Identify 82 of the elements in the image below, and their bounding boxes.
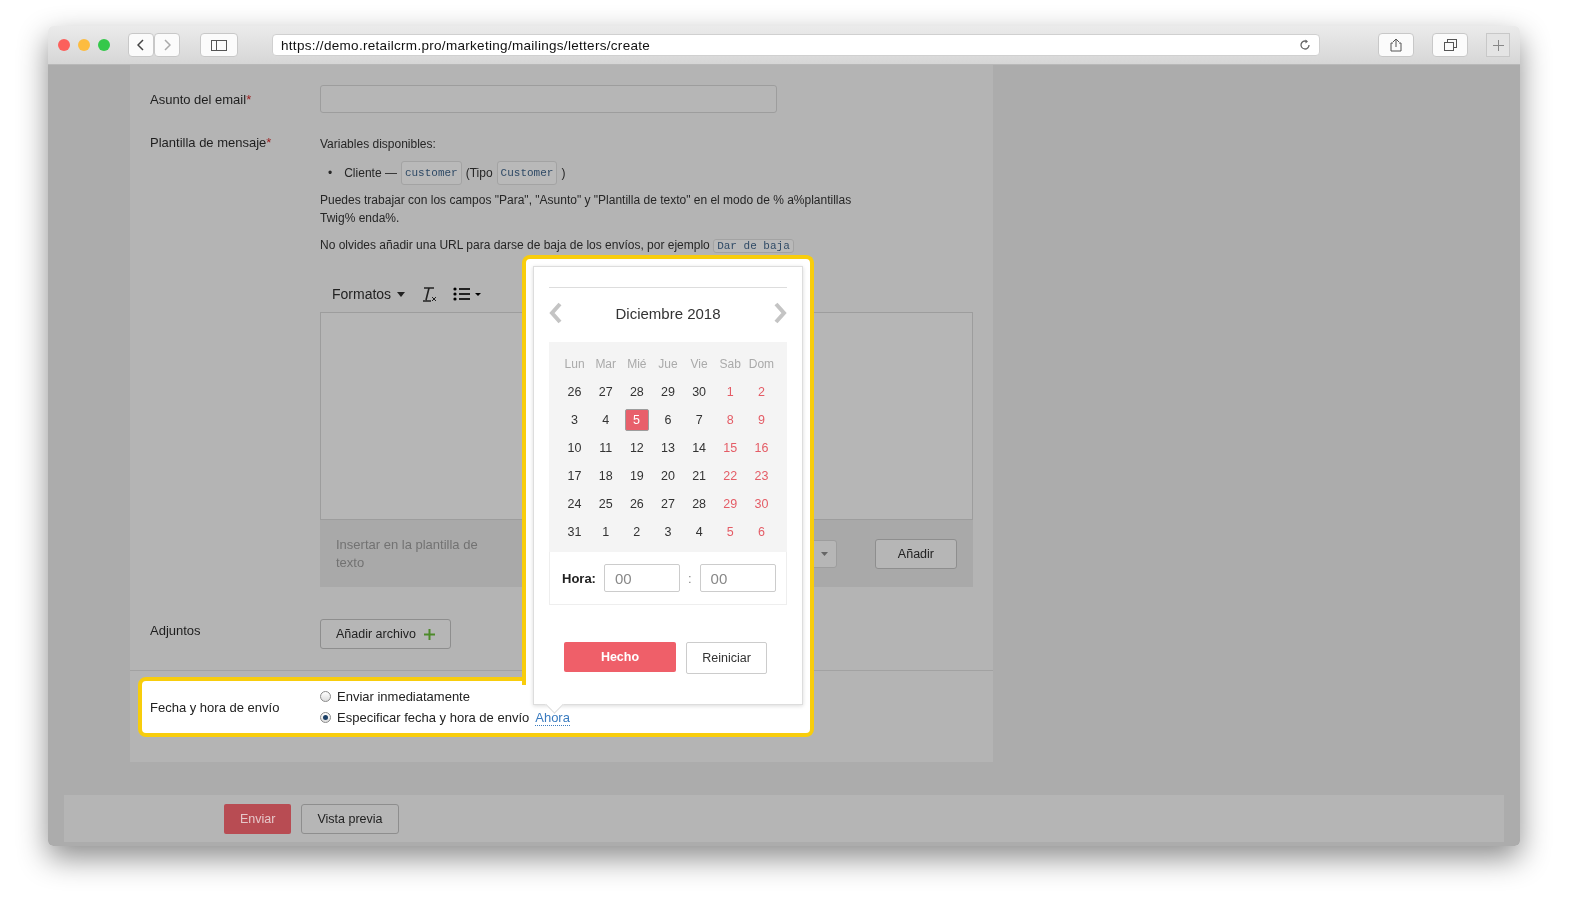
caret-icon <box>820 551 828 556</box>
variables-title: Variables disponibles: <box>320 136 437 153</box>
clear-format-icon[interactable] <box>421 286 438 302</box>
calendar-day[interactable]: 19 <box>624 465 649 487</box>
time-separator: : <box>687 570 692 586</box>
address-bar[interactable]: https://demo.retailcrm.pro/marketing/mailings/letters/create <box>272 34 1320 56</box>
add-file-button[interactable]: Añadir archivo <box>320 619 451 649</box>
calendar-day[interactable]: 4 <box>593 409 618 431</box>
minutes-input[interactable]: 00 <box>699 564 776 592</box>
calendar-day[interactable]: 28 <box>687 493 712 515</box>
calendar-day[interactable]: 6 <box>656 409 680 431</box>
formats-dropdown[interactable]: Formatos <box>332 286 406 302</box>
field-label: Plantilla de mensaje* <box>150 135 273 152</box>
calendar-day[interactable]: 11 <box>593 437 618 459</box>
weekday-label: Jue <box>657 357 679 371</box>
time-label: Hora: <box>562 570 596 586</box>
calendar-day[interactable]: 29 <box>656 381 680 403</box>
calendar-day[interactable]: 14 <box>687 437 712 459</box>
weekday-label: Sab <box>718 357 742 371</box>
calendar-day[interactable]: 1 <box>593 521 618 543</box>
zoom-icon[interactable] <box>98 39 110 51</box>
field-label: Asunto del email* <box>150 91 253 109</box>
chevron-right-icon <box>163 39 171 51</box>
variable-item: • Cliente — customer (Tipo Customer ) <box>328 161 973 185</box>
reload-icon[interactable] <box>1299 39 1311 51</box>
calendar-day[interactable]: 17 <box>562 465 587 487</box>
radio-button[interactable] <box>320 690 331 702</box>
share-icon <box>1390 38 1402 52</box>
sidebar-button[interactable] <box>200 33 238 57</box>
sidebar-icon <box>211 39 227 51</box>
twig-note: Puedes trabajar con los campos "Para", "Asunto" y "Plantilla de texto" en el modo de % a%plantillas Twig% enda%. <box>320 192 853 227</box>
new-tab-button[interactable] <box>1486 33 1510 57</box>
add-button[interactable]: Añadir <box>874 538 957 569</box>
reset-button[interactable]: Reiniciar <box>686 642 767 674</box>
weekday-label: Mar <box>594 357 618 371</box>
close-icon[interactable] <box>58 39 70 51</box>
calendar-day[interactable]: 4 <box>687 521 712 543</box>
calendar-day[interactable]: 12 <box>624 437 649 459</box>
calendar-day[interactable]: 31 <box>562 521 587 543</box>
month-title: Diciembre 2018 <box>615 304 721 322</box>
calendar-day[interactable]: 24 <box>562 493 587 515</box>
calendar-day[interactable]: 28 <box>624 381 649 403</box>
calendar-day[interactable]: 25 <box>593 493 618 515</box>
field-label: Fecha y hora de envío <box>150 699 281 715</box>
calendar-day[interactable]: 3 <box>562 409 587 431</box>
calendar-day[interactable]: 21 <box>687 465 712 487</box>
field-label: Adjuntos <box>150 622 202 640</box>
calendar-day[interactable]: 3 <box>656 521 680 543</box>
calendar-day[interactable]: 20 <box>656 465 680 487</box>
weekday-label: Lun <box>563 357 586 371</box>
share-button[interactable] <box>1378 33 1414 57</box>
unsubscribe-note: No olvides añadir una URL para darse de baja de los envíos, por ejemplo Dar de baja <box>320 236 973 255</box>
calendar-day[interactable]: 18 <box>593 465 618 487</box>
hours-input[interactable]: 00 <box>603 564 680 592</box>
bullet-list-icon[interactable] <box>453 286 482 302</box>
prev-month-icon[interactable] <box>549 302 563 324</box>
plus-icon <box>1492 39 1504 51</box>
forward-button[interactable] <box>154 33 180 57</box>
weekday-label: Mié <box>626 357 648 371</box>
calendar-day[interactable]: 26 <box>624 493 649 515</box>
radio-label[interactable]: Enviar inmediatamente <box>337 688 470 704</box>
back-button[interactable] <box>128 33 154 57</box>
calendar-day[interactable]: 30 <box>687 381 712 403</box>
tabs-button[interactable] <box>1432 33 1468 57</box>
calendar-day[interactable]: 10 <box>562 437 587 459</box>
radio-button[interactable] <box>320 712 331 723</box>
calendar-day[interactable]: 26 <box>562 381 587 403</box>
weekday-label: Dom <box>747 357 776 371</box>
next-month-icon[interactable] <box>773 302 787 324</box>
calendar-day[interactable]: 27 <box>656 493 680 515</box>
weekday-label: Vie <box>689 357 709 371</box>
calendar-day[interactable]: 27 <box>593 381 618 403</box>
tabs-icon <box>1443 39 1457 51</box>
radio-label[interactable]: Especificar fecha y hora de envío <box>337 710 530 725</box>
subject-input[interactable] <box>320 85 777 113</box>
calendar-day[interactable]: 13 <box>656 437 680 459</box>
calendar-day[interactable]: 2 <box>624 521 649 543</box>
calendar-day[interactable]: 7 <box>687 409 712 431</box>
plus-icon <box>423 628 435 640</box>
preview-button[interactable]: Vista previa <box>301 803 399 834</box>
caret-icon <box>397 291 406 297</box>
chevron-left-icon <box>137 39 145 51</box>
